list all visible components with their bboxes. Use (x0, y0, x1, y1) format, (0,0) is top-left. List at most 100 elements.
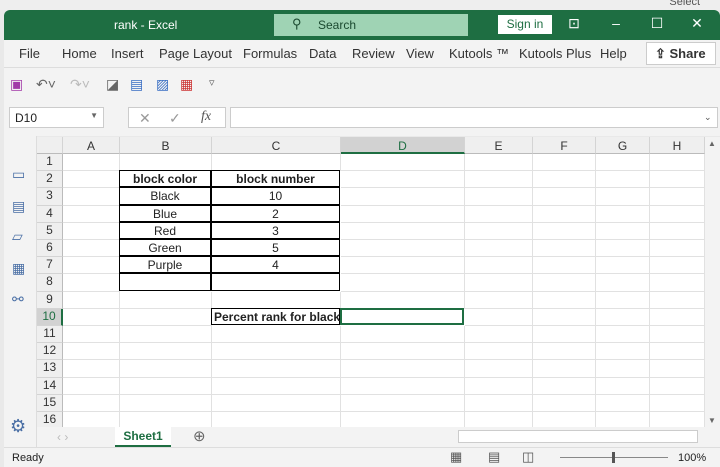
sign-in-button[interactable]: Sign in (498, 15, 552, 34)
cell-G5[interactable] (596, 222, 650, 240)
cell-A6[interactable] (63, 240, 120, 258)
cell-F1[interactable] (533, 154, 596, 172)
cell-A14[interactable] (63, 377, 120, 395)
cell-E3[interactable] (465, 188, 533, 206)
cell-D7[interactable] (341, 257, 465, 275)
column-header-F[interactable]: F (533, 137, 596, 154)
cell-B10[interactable] (120, 308, 212, 326)
cell-C2[interactable]: block number (211, 170, 340, 188)
cell-C8[interactable] (211, 273, 340, 291)
cell-G2[interactable] (596, 171, 650, 189)
column-header-D[interactable]: D (341, 137, 465, 154)
share-button[interactable]: ⇪ Share (646, 42, 716, 65)
cell-C3[interactable]: 10 (211, 187, 340, 205)
tab-data[interactable]: Data (309, 46, 336, 61)
cell-F12[interactable] (533, 343, 596, 361)
cell-D13[interactable] (341, 360, 465, 378)
row-header-8[interactable]: 8 (37, 274, 63, 292)
row-header-4[interactable]: 4 (37, 205, 63, 223)
cell-A7[interactable] (63, 257, 120, 275)
column-header-B[interactable]: B (120, 137, 212, 154)
tab-insert[interactable]: Insert (111, 46, 144, 61)
cell-F2[interactable] (533, 171, 596, 189)
cell-H9[interactable] (650, 291, 705, 309)
cell-G16[interactable] (596, 412, 650, 427)
row-header-5[interactable]: 5 (37, 222, 63, 240)
select-all-corner[interactable] (37, 137, 63, 154)
cell-H2[interactable] (650, 171, 705, 189)
cell-B6[interactable]: Green (119, 239, 211, 257)
customize-qat-icon[interactable]: ▿ (209, 76, 215, 89)
vertical-scrollbar[interactable]: ▲ ▼ (705, 137, 720, 427)
cell-E11[interactable] (465, 326, 533, 344)
cell-C7[interactable]: 4 (211, 256, 340, 274)
cell-H13[interactable] (650, 360, 705, 378)
cell-F5[interactable] (533, 222, 596, 240)
cell-D10[interactable] (340, 307, 464, 325)
cell-F3[interactable] (533, 188, 596, 206)
cell-B12[interactable] (120, 343, 212, 361)
row-header-6[interactable]: 6 (37, 240, 63, 258)
cell-D12[interactable] (341, 343, 465, 361)
zoom-slider-thumb[interactable] (612, 452, 615, 463)
layers-icon[interactable]: ▱ (12, 228, 23, 245)
cell-F10[interactable] (533, 308, 596, 326)
cell-G11[interactable] (596, 326, 650, 344)
cell-E14[interactable] (465, 377, 533, 395)
settings-gear-icon[interactable]: ⚙ (10, 416, 26, 437)
row-header-1[interactable]: 1 (37, 154, 63, 172)
cell-A11[interactable] (63, 326, 120, 344)
cell-G4[interactable] (596, 205, 650, 223)
cell-H14[interactable] (650, 377, 705, 395)
workbook-icon[interactable]: ▤ (12, 198, 25, 215)
cell-C4[interactable]: 2 (211, 204, 340, 222)
cell-B1[interactable] (120, 154, 212, 172)
tab-home[interactable]: Home (62, 46, 97, 61)
close-icon[interactable]: ✕ (685, 15, 709, 32)
cell-F16[interactable] (533, 412, 596, 427)
page-layout-view-icon[interactable]: ▤ (488, 449, 500, 465)
redo-icon[interactable]: ↷˅ (70, 76, 90, 93)
cell-E1[interactable] (465, 154, 533, 172)
column-header-A[interactable]: A (63, 137, 120, 154)
cell-C6[interactable]: 5 (211, 239, 340, 257)
cell-D5[interactable] (341, 222, 465, 240)
sheet-tab-sheet1[interactable]: Sheet1 (115, 427, 171, 447)
cell-F4[interactable] (533, 205, 596, 223)
cell-D9[interactable] (341, 291, 465, 309)
cell-B5[interactable]: Red (119, 221, 211, 239)
search-box[interactable]: ⚲ Search (274, 14, 468, 36)
cell-H5[interactable] (650, 222, 705, 240)
cell-B11[interactable] (120, 326, 212, 344)
cell-G12[interactable] (596, 343, 650, 361)
cell-F11[interactable] (533, 326, 596, 344)
cell-E15[interactable] (465, 394, 533, 412)
row-header-9[interactable]: 9 (37, 291, 63, 309)
cell-B13[interactable] (120, 360, 212, 378)
row-header-7[interactable]: 7 (37, 257, 63, 275)
cell-B4[interactable]: Blue (119, 204, 211, 222)
minimize-icon[interactable]: – (604, 15, 628, 31)
cell-G10[interactable] (596, 308, 650, 326)
row-header-16[interactable]: 16 (37, 412, 63, 427)
cell-B14[interactable] (120, 377, 212, 395)
cell-E12[interactable] (465, 343, 533, 361)
zoom-level[interactable]: 100% (678, 452, 706, 464)
name-box[interactable]: D10 ▼ (9, 107, 104, 128)
tab-review[interactable]: Review (352, 46, 395, 61)
page-break-view-icon[interactable]: ◫ (522, 449, 534, 465)
cell-D11[interactable] (341, 326, 465, 344)
cell-C16[interactable] (212, 412, 341, 427)
cell-C14[interactable] (212, 377, 341, 395)
cell-H6[interactable] (650, 240, 705, 258)
cell-B9[interactable] (120, 291, 212, 309)
cell-G8[interactable] (596, 274, 650, 292)
cell-A9[interactable] (63, 291, 120, 309)
cell-G3[interactable] (596, 188, 650, 206)
cell-C5[interactable]: 3 (211, 221, 340, 239)
cell-E7[interactable] (465, 257, 533, 275)
cell-H16[interactable] (650, 412, 705, 427)
cell-D4[interactable] (341, 205, 465, 223)
tab-file[interactable]: File (19, 46, 40, 61)
cell-E2[interactable] (465, 171, 533, 189)
